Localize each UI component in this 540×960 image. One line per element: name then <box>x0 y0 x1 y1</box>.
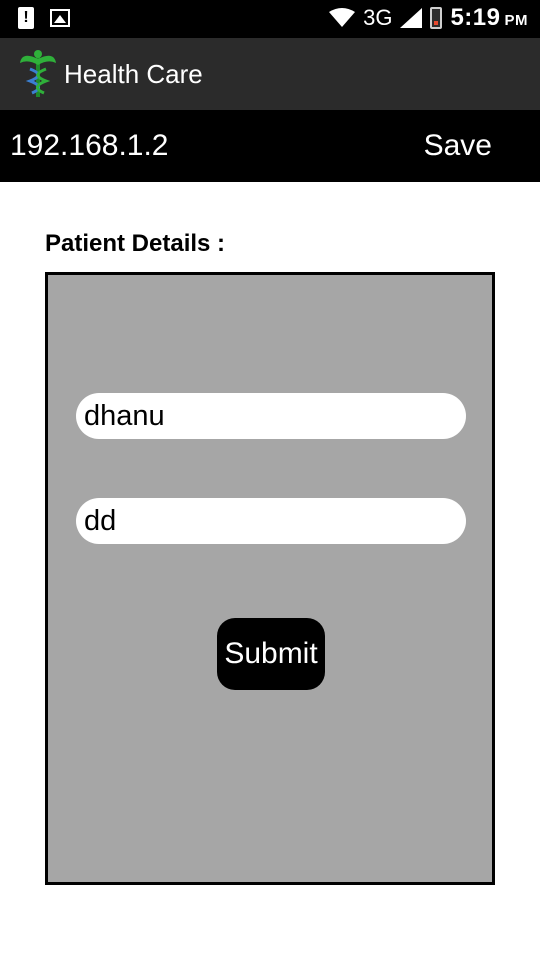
app-title: Health Care <box>64 58 203 89</box>
gallery-notification-icon <box>50 9 70 27</box>
patient-detail-input[interactable] <box>76 498 466 544</box>
ip-address-display[interactable]: 192.168.1.2 <box>10 129 168 163</box>
ip-bar: 192.168.1.2 Save <box>0 110 540 182</box>
clock-ampm: PM <box>504 12 528 29</box>
caduceus-icon <box>20 50 56 97</box>
section-title: Patient Details : <box>45 230 226 257</box>
patient-details-card: Submit <box>45 272 495 885</box>
status-notifications: ! <box>18 7 70 29</box>
status-indicators: 3G 5:19 PM <box>329 4 528 32</box>
patient-name-input[interactable] <box>76 393 466 439</box>
alert-icon: ! <box>18 7 34 29</box>
battery-icon <box>430 7 443 29</box>
clock-time: 5:19 <box>450 4 501 31</box>
network-type-label: 3G <box>363 5 393 30</box>
clock: 5:19 PM <box>450 4 528 32</box>
save-button[interactable]: Save <box>424 129 492 163</box>
signal-icon <box>400 8 423 28</box>
app-bar: Health Care <box>0 38 540 110</box>
status-bar: ! 3G 5:19 PM <box>0 0 540 38</box>
submit-button[interactable]: Submit <box>217 618 325 690</box>
wifi-icon <box>329 8 356 27</box>
